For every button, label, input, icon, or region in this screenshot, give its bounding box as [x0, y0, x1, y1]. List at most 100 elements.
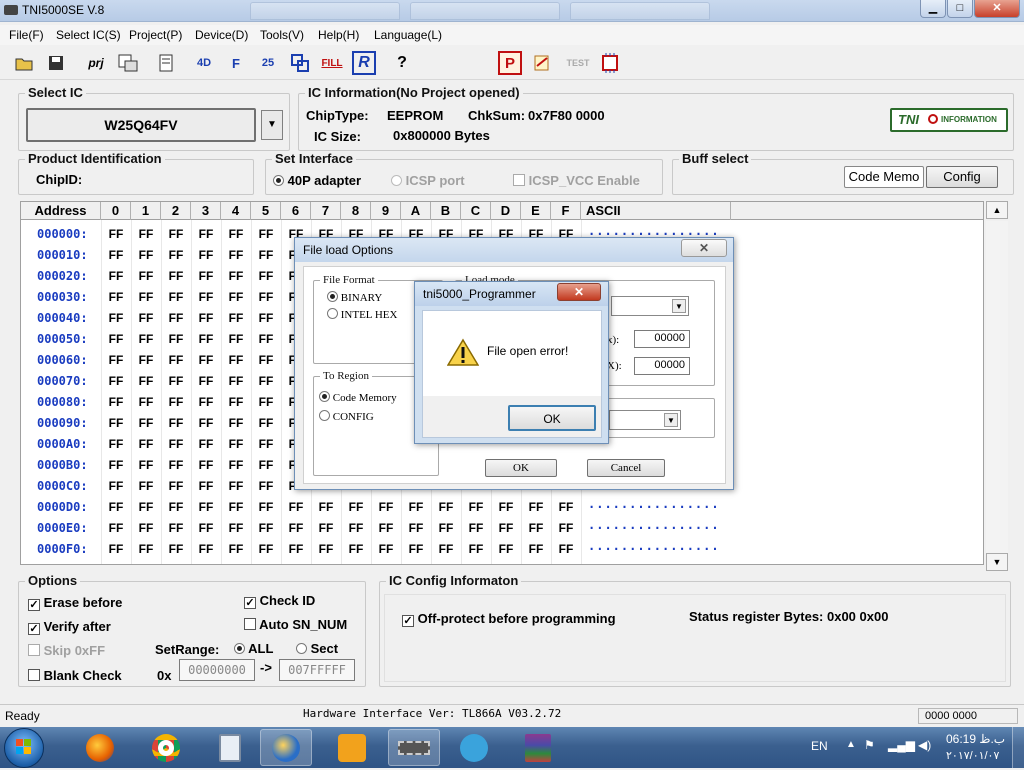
code-memory-option[interactable]: Code Memory [319, 391, 397, 404]
taskbar-chrome[interactable] [140, 729, 192, 766]
range-sect-option[interactable]: Sect [296, 641, 338, 656]
byte-cell[interactable]: FF [161, 479, 191, 493]
byte-cell[interactable]: FF [191, 332, 221, 346]
byte-cell[interactable]: FF [221, 500, 251, 514]
byte-cell[interactable]: FF [161, 437, 191, 451]
byte-cell[interactable]: FF [131, 332, 161, 346]
byte-cell[interactable]: FF [101, 227, 131, 241]
byte-cell[interactable]: FF [341, 500, 371, 514]
taskbar-firefox[interactable] [74, 729, 126, 766]
byte-cell[interactable]: FF [161, 500, 191, 514]
byte-cell[interactable]: FF [191, 290, 221, 304]
region-select[interactable]: ▼ [609, 410, 681, 430]
byte-cell[interactable]: FF [161, 311, 191, 325]
range-from-input[interactable]: 00000000 [179, 659, 255, 681]
byte-cell[interactable]: FF [281, 500, 311, 514]
byte-cell[interactable]: FF [101, 248, 131, 262]
byte-cell[interactable]: FF [191, 521, 221, 535]
taskbar-telegram[interactable] [448, 729, 500, 766]
project-icon[interactable]: prj [84, 51, 108, 75]
byte-cell[interactable]: FF [521, 500, 551, 514]
skip-0xff-checkbox[interactable]: Skip 0xFF [28, 643, 105, 658]
byte-cell[interactable]: FF [431, 500, 461, 514]
byte-cell[interactable]: FF [191, 374, 221, 388]
byte-cell[interactable]: FF [221, 353, 251, 367]
byte-cell[interactable]: FF [221, 248, 251, 262]
verify-icon[interactable]: 25 [256, 51, 280, 75]
byte-cell[interactable]: FF [101, 521, 131, 535]
scroll-down-button[interactable]: ▼ [986, 553, 1008, 571]
byte-cell[interactable]: FF [191, 248, 221, 262]
byte-cell[interactable]: FF [401, 521, 431, 535]
byte-cell[interactable]: FF [101, 416, 131, 430]
byte-cell[interactable]: FF [551, 542, 581, 556]
byte-cell[interactable]: FF [191, 311, 221, 325]
byte-cell[interactable]: FF [401, 542, 431, 556]
byte-cell[interactable]: FF [281, 542, 311, 556]
byte-cell[interactable]: FF [161, 353, 191, 367]
fill-icon[interactable]: FILL [318, 51, 346, 75]
byte-cell[interactable]: FF [101, 437, 131, 451]
byte-cell[interactable]: FF [101, 542, 131, 556]
byte-cell[interactable]: FF [251, 500, 281, 514]
edit-icon[interactable] [530, 51, 554, 75]
byte-cell[interactable]: FF [251, 311, 281, 325]
byte-cell[interactable]: FF [311, 542, 341, 556]
byte-cell[interactable]: FF [461, 542, 491, 556]
maximize-button[interactable]: □ [947, 0, 973, 18]
byte-cell[interactable]: FF [221, 416, 251, 430]
check-id-checkbox[interactable]: ✓ Check ID [244, 593, 315, 609]
byte-cell[interactable]: FF [221, 227, 251, 241]
byte-cell[interactable]: FF [371, 500, 401, 514]
length-input[interactable]: 00000 [634, 357, 690, 375]
save-project-icon[interactable] [116, 51, 140, 75]
byte-cell[interactable]: FF [461, 500, 491, 514]
clock-time[interactable]: 06:19 ب.ظ [946, 732, 1005, 746]
ic-test-icon[interactable] [598, 51, 622, 75]
byte-cell[interactable]: FF [131, 311, 161, 325]
byte-cell[interactable]: FF [161, 416, 191, 430]
volume-icon[interactable]: ◀) [918, 738, 931, 752]
byte-cell[interactable]: FF [371, 542, 401, 556]
byte-cell[interactable]: FF [161, 269, 191, 283]
byte-cell[interactable]: FF [131, 416, 161, 430]
byte-cell[interactable]: FF [131, 437, 161, 451]
byte-cell[interactable]: FF [491, 542, 521, 556]
table-row[interactable]: 0000F0: FF FF FF FF FF FF FF FF FF FF FF FF FF FF FF FF.… [21, 539, 983, 560]
read-icon[interactable]: 4D [192, 51, 216, 75]
byte-cell[interactable]: FF [131, 542, 161, 556]
network-icon[interactable]: ▂▄▆ [888, 738, 915, 752]
byte-cell[interactable]: FF [251, 248, 281, 262]
byte-cell[interactable]: FF [221, 332, 251, 346]
byte-cell[interactable]: FF [191, 479, 221, 493]
config-option[interactable]: CONFIG [319, 410, 374, 423]
show-desktop-button[interactable] [1012, 727, 1024, 768]
byte-cell[interactable]: FF [251, 290, 281, 304]
byte-cell[interactable]: FF [101, 458, 131, 472]
byte-cell[interactable]: FF [101, 290, 131, 304]
byte-cell[interactable]: FF [491, 521, 521, 535]
menu-select-ic[interactable]: Select IC(S) [56, 28, 121, 42]
byte-cell[interactable]: FF [161, 542, 191, 556]
byte-cell[interactable]: FF [551, 500, 581, 514]
byte-cell[interactable]: FF [131, 479, 161, 493]
program-icon[interactable]: P [498, 51, 522, 75]
taskbar-calculator[interactable] [204, 729, 256, 766]
byte-cell[interactable]: FF [521, 542, 551, 556]
menu-device[interactable]: Device(D) [195, 28, 248, 42]
load-mode-select[interactable]: ▼ [611, 296, 689, 316]
byte-cell[interactable]: FF [191, 500, 221, 514]
menu-help[interactable]: Help(H) [318, 28, 359, 42]
erase-before-checkbox[interactable]: ✓ Erase before [28, 595, 122, 611]
byte-cell[interactable]: FF [221, 311, 251, 325]
byte-cell[interactable]: FF [281, 521, 311, 535]
byte-cell[interactable]: FF [131, 227, 161, 241]
byte-cell[interactable]: FF [101, 395, 131, 409]
byte-cell[interactable]: FF [131, 248, 161, 262]
byte-cell[interactable]: FF [251, 458, 281, 472]
byte-cell[interactable]: FF [461, 521, 491, 535]
msgbox-close-button[interactable]: ✕ [557, 283, 601, 301]
byte-cell[interactable]: FF [161, 458, 191, 472]
byte-cell[interactable]: FF [101, 269, 131, 283]
byte-cell[interactable]: FF [131, 458, 161, 472]
